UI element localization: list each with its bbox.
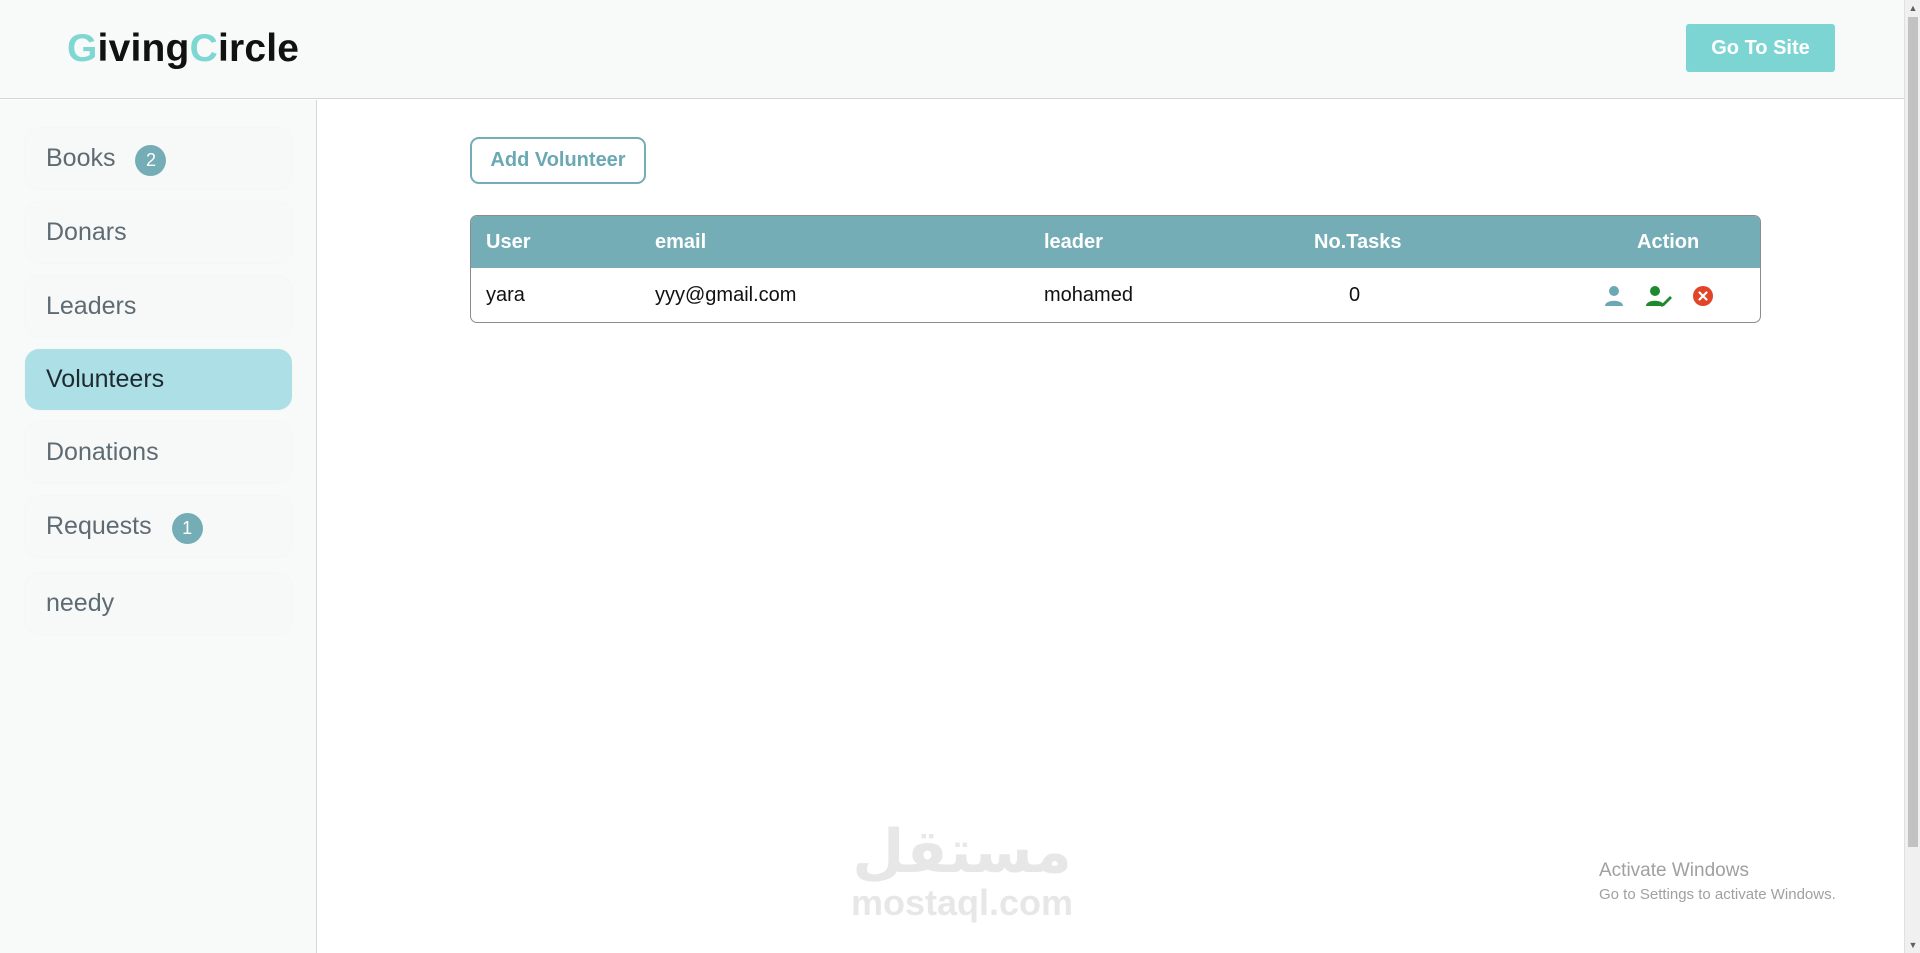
logo-initial-c: C xyxy=(189,27,218,70)
go-to-site-button[interactable]: Go To Site xyxy=(1686,24,1835,72)
sidebar-item-needy[interactable]: needy xyxy=(25,573,292,634)
activate-title: Activate Windows xyxy=(1599,860,1749,881)
column-header-email: email xyxy=(655,231,707,253)
cell-user: yara xyxy=(486,284,525,306)
sidebar: Books 2 Donars Leaders Volunteers Donati… xyxy=(0,100,317,953)
column-header-leader: leader xyxy=(1044,231,1103,253)
sidebar-item-label: Leaders xyxy=(46,292,137,320)
sidebar-item-volunteers[interactable]: Volunteers xyxy=(25,349,292,410)
sidebar-item-label: Donations xyxy=(46,438,159,466)
activate-windows-notice: Activate Windows Go to Settings to activ… xyxy=(1599,860,1836,903)
user-icon[interactable] xyxy=(1601,284,1627,308)
scrollbar-thumb[interactable] xyxy=(1908,17,1918,847)
column-header-action: Action xyxy=(1637,231,1700,253)
scroll-up-arrow-icon[interactable]: ▲ xyxy=(1905,0,1920,16)
logo-text-iving: iving xyxy=(97,27,190,70)
sidebar-item-label: Donars xyxy=(46,218,127,246)
sidebar-item-requests[interactable]: Requests 1 xyxy=(25,496,292,557)
sidebar-item-books[interactable]: Books 2 xyxy=(25,128,292,189)
sidebar-item-leaders[interactable]: Leaders xyxy=(25,276,292,337)
sidebar-item-label: Requests xyxy=(46,512,152,540)
sidebar-item-label: Books xyxy=(46,144,116,172)
vertical-scrollbar[interactable]: ▲ ▼ xyxy=(1904,0,1920,953)
add-volunteer-button[interactable]: Add Volunteer xyxy=(470,137,646,184)
sidebar-item-label: Volunteers xyxy=(46,365,165,393)
brand-logo[interactable]: GivingCircle xyxy=(67,24,299,74)
watermark: مستقل mostaql.com xyxy=(842,822,1082,924)
activate-subtitle: Go to Settings to activate Windows. xyxy=(1599,886,1836,903)
column-header-user: User xyxy=(486,231,531,253)
table-row: yara yyy@gmail.com mohamed 0 xyxy=(471,268,1760,322)
close-circle-icon[interactable] xyxy=(1691,284,1717,308)
cell-leader: mohamed xyxy=(1044,284,1133,306)
watermark-latin: mostaql.com xyxy=(850,882,1074,923)
user-edit-icon[interactable] xyxy=(1645,284,1672,308)
volunteers-table: User email leader No.Tasks Action yara y… xyxy=(470,215,1761,323)
logo-initial-g: G xyxy=(67,27,98,70)
table-header: User email leader No.Tasks Action xyxy=(471,216,1760,268)
sidebar-item-donations[interactable]: Donations xyxy=(25,422,292,483)
watermark-arabic: مستقل xyxy=(852,818,1072,885)
cell-email: yyy@gmail.com xyxy=(655,284,797,306)
count-badge: 1 xyxy=(171,513,203,544)
cell-tasks: 0 xyxy=(1349,284,1361,306)
logo-text-ircle: ircle xyxy=(217,27,300,70)
column-header-tasks: No.Tasks xyxy=(1314,231,1402,253)
top-header: GivingCircle Go To Site xyxy=(0,0,1904,99)
sidebar-item-donars[interactable]: Donars xyxy=(25,202,292,263)
count-badge: 2 xyxy=(135,145,167,176)
scroll-down-arrow-icon[interactable]: ▼ xyxy=(1905,937,1920,953)
sidebar-item-label: needy xyxy=(46,589,115,617)
